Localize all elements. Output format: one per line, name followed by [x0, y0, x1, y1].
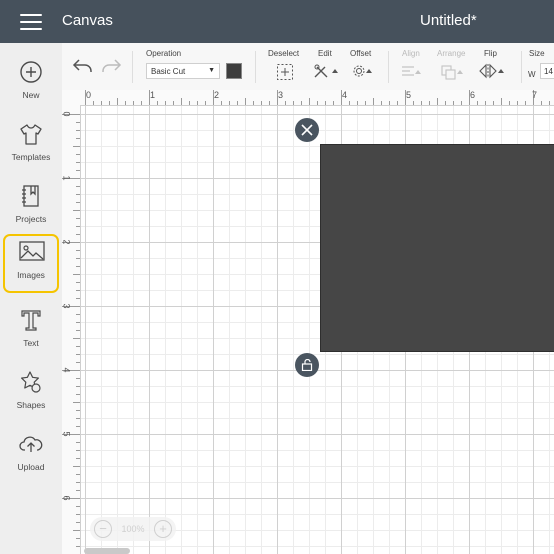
toolbar-divider [255, 51, 256, 83]
horizontal-scrollbar[interactable] [84, 548, 130, 554]
sidebar-item-text[interactable]: Text [4, 303, 58, 359]
shapes-icon [21, 371, 41, 393]
ruler-number: 0 [86, 90, 92, 100]
sidebar-item-label: Shapes [16, 400, 46, 410]
color-swatch[interactable] [226, 63, 242, 79]
operation-label: Operation [146, 49, 182, 58]
edit-label: Edit [318, 49, 332, 58]
ruler-number: 6 [61, 495, 72, 501]
ruler-number: 3 [61, 303, 72, 309]
ruler-number: 7 [532, 90, 538, 100]
toolbar-divider [132, 51, 133, 83]
sidebar-item-images[interactable]: Images [3, 234, 59, 293]
sidebar-item-label: Images [17, 270, 45, 280]
title-bar: Canvas Untitled* [0, 0, 554, 43]
document-title[interactable]: Untitled* [420, 12, 477, 29]
ruler-horizontal: 0 1 2 3 4 5 6 7 [62, 90, 554, 106]
selected-rectangle-shape[interactable] [320, 144, 554, 352]
tshirt-icon [20, 124, 42, 145]
ruler-vertical: 0 1 2 3 4 5 6 [62, 105, 81, 554]
operation-select[interactable]: Basic Cut ▼ [146, 63, 220, 79]
ruler-number: 4 [61, 367, 72, 373]
left-sidebar: New Templates Projects Images Text Shape… [0, 43, 63, 554]
ruler-number: 5 [406, 90, 412, 100]
cloud-upload-icon [19, 436, 43, 452]
design-space: Canvas Untitled* New Templates Projects [0, 0, 554, 554]
toolbar-divider [521, 51, 522, 83]
offset-icon[interactable] [351, 63, 379, 79]
align-icon[interactable] [400, 65, 428, 79]
notebook-icon [22, 185, 39, 207]
edit-toolbar: Operation Basic Cut ▼ Deselect Edit Offs… [62, 43, 554, 91]
app-title: Canvas [62, 12, 113, 29]
image-icon [19, 241, 45, 261]
operation-value: Basic Cut [151, 67, 186, 76]
flip-icon[interactable] [478, 63, 508, 79]
text-t-icon [21, 310, 41, 331]
hamburger-menu-icon[interactable] [20, 13, 42, 31]
size-label: Size [529, 49, 545, 58]
unlock-icon [301, 359, 313, 371]
zoom-in-button[interactable]: + [154, 520, 172, 538]
sidebar-item-new[interactable]: New [4, 55, 58, 111]
deselect-icon[interactable] [276, 63, 294, 81]
ruler-number: 2 [61, 239, 72, 245]
align-label: Align [402, 49, 420, 58]
size-width-label: W [528, 70, 536, 79]
ruler-number: 5 [61, 431, 72, 437]
zoom-control: − 100% + [90, 517, 176, 541]
ruler-number: 0 [61, 111, 72, 117]
sidebar-item-projects[interactable]: Projects [4, 179, 58, 235]
ruler-number: 1 [61, 175, 72, 181]
plus-circle-icon [20, 61, 42, 83]
ruler-number: 1 [150, 90, 156, 100]
edit-tools-icon[interactable] [313, 63, 341, 79]
close-icon [301, 124, 313, 136]
ruler-number: 6 [470, 90, 476, 100]
arrange-icon[interactable] [440, 64, 468, 80]
flip-label: Flip [484, 49, 497, 58]
arrange-label: Arrange [437, 49, 466, 58]
sidebar-item-upload[interactable]: Upload [4, 427, 58, 483]
zoom-level: 100% [121, 524, 145, 534]
sidebar-item-label: Projects [15, 214, 47, 224]
undo-icon[interactable] [72, 57, 94, 75]
delete-handle[interactable] [295, 118, 319, 142]
sidebar-item-label: Text [23, 338, 39, 348]
sidebar-item-label: Templates [11, 152, 51, 162]
ruler-ticks [85, 90, 550, 105]
size-width-input[interactable]: 14 [540, 63, 554, 79]
toolbar-divider [388, 51, 389, 83]
redo-icon[interactable] [100, 57, 122, 75]
sidebar-item-shapes[interactable]: Shapes [4, 365, 58, 421]
deselect-label: Deselect [268, 49, 300, 58]
lock-proportions-handle[interactable] [295, 353, 319, 377]
ruler-ticks [62, 114, 80, 547]
ruler-number: 2 [214, 90, 220, 100]
offset-label: Offset [350, 49, 372, 58]
sidebar-item-label: New [22, 90, 40, 100]
ruler-number: 3 [278, 90, 284, 100]
dropdown-caret-icon: ▼ [208, 67, 215, 74]
sidebar-item-templates[interactable]: Templates [4, 117, 58, 173]
sidebar-item-label: Upload [17, 462, 45, 472]
zoom-out-button[interactable]: − [94, 520, 112, 538]
ruler-number: 4 [342, 90, 348, 100]
